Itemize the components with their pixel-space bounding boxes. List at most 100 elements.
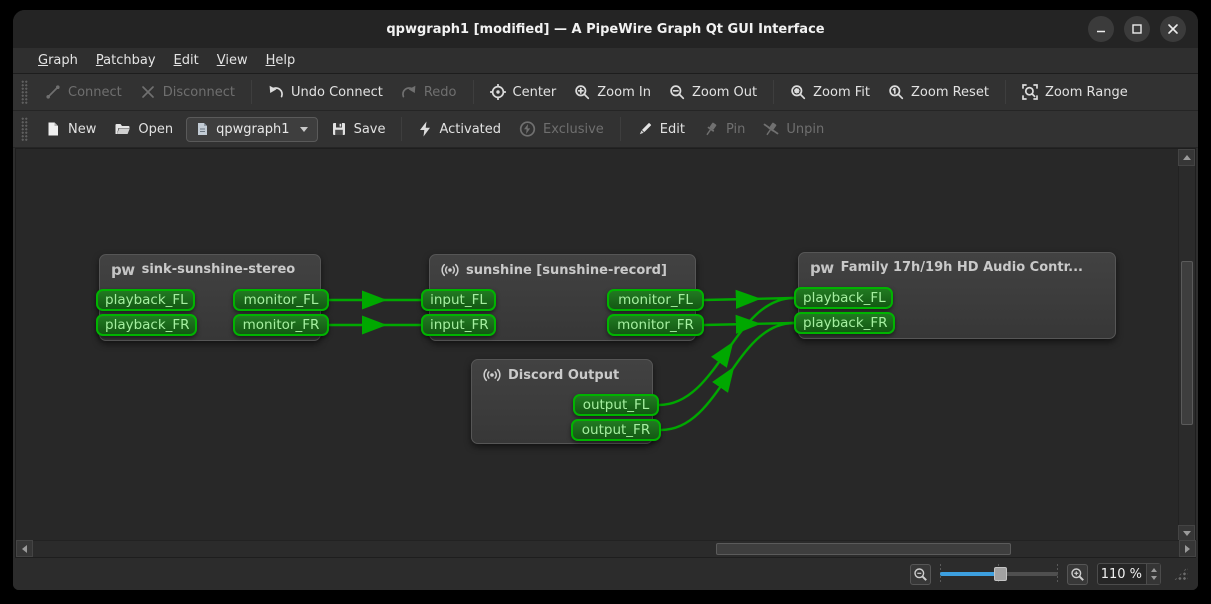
zoom-out-button[interactable]: Zoom Out xyxy=(660,79,766,105)
audio-port-output[interactable]: output_FR xyxy=(571,419,661,441)
audio-port-input[interactable]: playback_FL xyxy=(794,287,893,309)
toolbar-grip[interactable] xyxy=(21,117,28,141)
horizontal-scrollbar[interactable] xyxy=(16,540,1197,557)
menu-help[interactable]: Help xyxy=(257,50,305,71)
edit-pencil-icon xyxy=(637,121,653,137)
menu-graph[interactable]: Graph xyxy=(29,50,87,71)
vertical-scrollbar[interactable] xyxy=(1178,149,1195,542)
open-button[interactable]: Open xyxy=(105,116,182,142)
graph-canvas[interactable]: pw sink-sunshine-stereo playback_FL play… xyxy=(15,148,1196,558)
window-title: qpwgraph1 [modified] — A PipeWire Graph … xyxy=(386,22,824,37)
activated-label: Activated xyxy=(439,122,501,137)
connection-lines xyxy=(16,149,1197,559)
pipewire-icon: pw xyxy=(810,262,834,274)
slider-handle[interactable] xyxy=(994,567,1007,581)
toolbar-separator xyxy=(1005,80,1006,104)
close-icon xyxy=(1167,23,1179,35)
stream-icon xyxy=(441,262,459,278)
audio-port-output[interactable]: output_FL xyxy=(573,394,659,416)
exclusive-button[interactable]: Exclusive xyxy=(510,116,613,142)
node-title: sink-sunshine-stereo xyxy=(142,262,296,277)
zoom-slider[interactable] xyxy=(940,564,1058,584)
audio-port-output[interactable]: monitor_FR xyxy=(607,314,704,336)
zoom-range-label: Zoom Range xyxy=(1045,85,1128,100)
exclusive-label: Exclusive xyxy=(543,122,604,137)
menu-patchbay[interactable]: Patchbay xyxy=(87,50,165,71)
spin-down-icon[interactable] xyxy=(1151,576,1157,580)
open-label: Open xyxy=(138,122,173,137)
menu-edit[interactable]: Edit xyxy=(165,50,208,71)
toolbar-separator xyxy=(473,80,474,104)
vertical-scroll-thumb[interactable] xyxy=(1181,261,1193,425)
connect-label: Connect xyxy=(68,85,122,100)
triangle-left-icon xyxy=(22,545,27,553)
redo-button[interactable]: Redo xyxy=(392,79,466,105)
triangle-down-icon xyxy=(1183,531,1191,536)
close-button[interactable] xyxy=(1160,16,1186,42)
disconnect-label: Disconnect xyxy=(163,85,235,100)
spin-up-icon[interactable] xyxy=(1151,568,1157,572)
zoom-in-button[interactable]: Zoom In xyxy=(565,79,660,105)
maximize-button[interactable] xyxy=(1124,16,1150,42)
audio-port-input[interactable]: input_FR xyxy=(421,314,496,336)
new-label: New xyxy=(68,122,96,137)
scroll-right-button[interactable] xyxy=(1179,540,1196,557)
triangle-up-icon xyxy=(1183,155,1191,160)
scroll-left-button[interactable] xyxy=(16,540,33,557)
link-sunshine-to-family-fl xyxy=(704,298,794,300)
toolbar-separator xyxy=(401,117,402,141)
spinbox-arrows[interactable] xyxy=(1146,564,1160,584)
disconnect-button[interactable]: Disconnect xyxy=(131,79,244,105)
app-window: qpwgraph1 [modified] — A PipeWire Graph … xyxy=(13,10,1198,590)
audio-port-output[interactable]: monitor_FL xyxy=(233,289,329,311)
window-resize-grip[interactable] xyxy=(1173,567,1188,582)
zoom-out-icon xyxy=(669,84,685,100)
menu-bar: Graph Patchbay Edit View Help xyxy=(13,48,1198,74)
scroll-up-button[interactable] xyxy=(1178,149,1195,166)
redo-icon xyxy=(401,84,417,100)
undo-connect-button[interactable]: Undo Connect xyxy=(259,79,392,105)
patch-disconnect-icon xyxy=(140,84,156,100)
save-button[interactable]: Save xyxy=(322,116,395,142)
audio-port-input[interactable]: playback_FR xyxy=(794,312,895,334)
stream-icon xyxy=(483,367,501,383)
toolbar-separator xyxy=(620,117,621,141)
patchbay-toolbar: New Open qpwgraph1 Save xyxy=(13,111,1198,148)
zoom-fit-icon xyxy=(790,84,806,100)
menu-view[interactable]: View xyxy=(208,50,257,71)
zoom-range-button[interactable]: Zoom Range xyxy=(1013,79,1137,105)
audio-port-output[interactable]: monitor_FL xyxy=(607,289,704,311)
zoom-reset-label: Zoom Reset xyxy=(911,85,989,100)
unpin-button[interactable]: Unpin xyxy=(754,116,833,142)
edit-label: Edit xyxy=(660,122,685,137)
zoom-percent-spinbox[interactable]: 110 % xyxy=(1097,563,1161,585)
zoom-fit-button[interactable]: Zoom Fit xyxy=(781,79,879,105)
audio-port-input[interactable]: playback_FR xyxy=(96,314,197,336)
pin-button[interactable]: Pin xyxy=(694,116,754,142)
redo-label: Redo xyxy=(424,85,457,100)
status-zoom-in-button[interactable] xyxy=(1067,564,1088,585)
patchbay-selector[interactable]: qpwgraph1 xyxy=(186,117,317,142)
audio-port-output[interactable]: monitor_FR xyxy=(233,314,329,336)
minimize-button[interactable] xyxy=(1088,16,1114,42)
unpin-icon xyxy=(763,121,779,137)
audio-port-input[interactable]: input_FL xyxy=(421,289,496,311)
toolbar-grip[interactable] xyxy=(21,80,28,104)
zoom-fit-label: Zoom Fit xyxy=(813,85,870,100)
zoom-range-icon xyxy=(1022,84,1038,100)
audio-port-input[interactable]: playback_FL xyxy=(96,289,195,311)
new-button[interactable]: New xyxy=(36,116,105,142)
center-button[interactable]: Center xyxy=(481,79,566,105)
zoom-in-label: Zoom In xyxy=(597,85,651,100)
zoom-reset-icon xyxy=(888,84,904,100)
activated-bolt-icon xyxy=(418,121,432,137)
connect-button[interactable]: Connect xyxy=(36,79,131,105)
horizontal-scroll-thumb[interactable] xyxy=(716,543,1011,555)
zoom-reset-button[interactable]: Zoom Reset xyxy=(879,79,998,105)
activated-button[interactable]: Activated xyxy=(409,116,510,142)
edit-button[interactable]: Edit xyxy=(628,116,694,142)
status-zoom-out-button[interactable] xyxy=(910,564,931,585)
new-file-icon xyxy=(45,121,61,137)
patch-connect-icon xyxy=(45,84,61,100)
zoom-out-icon xyxy=(913,567,928,582)
